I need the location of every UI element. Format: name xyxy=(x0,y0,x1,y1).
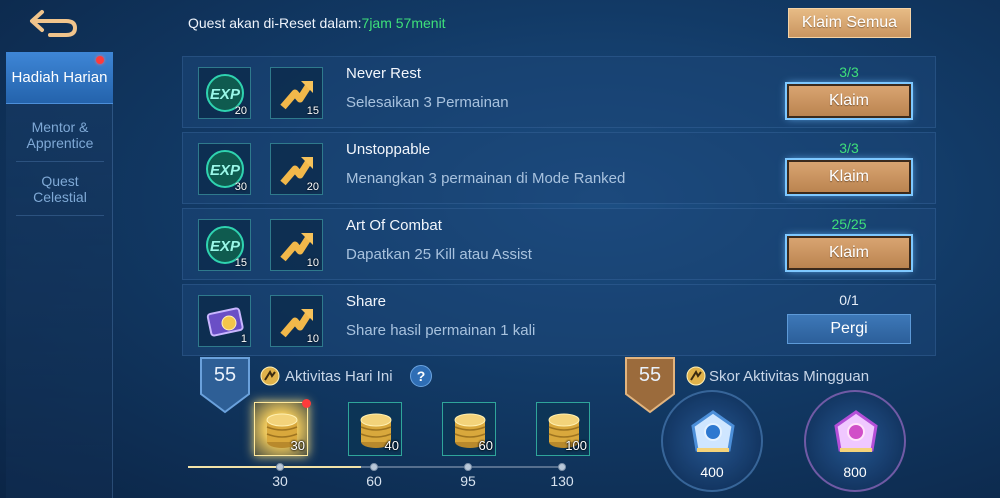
back-button[interactable] xyxy=(26,6,82,40)
svg-text:EXP: EXP xyxy=(210,86,241,103)
quest-progress: 3/3 xyxy=(839,140,859,156)
milestone-marker xyxy=(370,463,378,471)
quest-row: 1 10 Share Share hasil permainan 1 kali 0/1 P… xyxy=(182,284,936,356)
notification-dot xyxy=(302,399,311,408)
quest-title: Share xyxy=(346,293,387,310)
daily-activity-label: Aktivitas Hari Ini xyxy=(285,368,393,385)
daily-score-shield: 55 xyxy=(199,356,251,414)
reward-qty: 30 xyxy=(234,181,247,193)
milestone-label: 130 xyxy=(550,473,574,489)
daily-chest[interactable]: 60 xyxy=(442,402,496,456)
quest-reward: 20 xyxy=(270,143,323,195)
quest-description: Menangkan 3 permainan di Mode Ranked xyxy=(346,170,626,187)
reward-qty: 20 xyxy=(234,105,247,117)
reward-qty: 1 xyxy=(240,333,247,345)
sidebar-item-label: Mentor & Apprentice xyxy=(26,118,94,151)
quest-description: Share hasil permainan 1 kali xyxy=(346,322,536,339)
quest-row: EXP 30 20 Unstoppable Menangkan 3 permainan … xyxy=(182,132,936,204)
daily-score: 55 xyxy=(213,364,237,386)
milestone-marker xyxy=(276,463,284,471)
quest-row: EXP 15 10 Art Of Combat Dapatkan 25 Kill ata… xyxy=(182,208,936,280)
quest-description: Selesaikan 3 Permainan xyxy=(346,94,509,111)
weekly-score-shield: 55 xyxy=(624,356,676,414)
sidebar-item-daily-rewards[interactable]: Hadiah Harian xyxy=(6,52,113,104)
claim-button[interactable]: Klaim xyxy=(787,236,911,270)
claim-all-button[interactable]: Klaim Semua xyxy=(788,8,911,38)
reward-qty: 10 xyxy=(306,333,319,345)
quest-title: Never Rest xyxy=(346,65,422,82)
notification-dot xyxy=(96,56,104,64)
reset-label: Quest akan di-Reset dalam: xyxy=(188,15,362,31)
sidebar-item-label: Hadiah Harian xyxy=(11,68,108,86)
reward-qty: 20 xyxy=(306,181,319,193)
chest-threshold: 100 xyxy=(565,438,587,453)
chest-threshold: 40 xyxy=(384,438,399,453)
quest-reward: 1 xyxy=(198,295,251,347)
quest-reward: 10 xyxy=(270,219,323,271)
quest-title: Art Of Combat xyxy=(346,217,442,234)
quest-progress: 3/3 xyxy=(839,64,859,80)
quest-row: EXP 20 15 Never Rest Selesaikan 3 Permainan 3… xyxy=(182,56,936,128)
chest-threshold: 60 xyxy=(478,438,493,453)
daily-chest[interactable]: 40 xyxy=(348,402,402,456)
claim-button[interactable]: Klaim xyxy=(787,160,911,194)
svg-text:EXP: EXP xyxy=(210,238,241,255)
daily-chest[interactable]: 100 xyxy=(536,402,590,456)
quest-description: Dapatkan 25 Kill atau Assist xyxy=(346,246,532,263)
quest-reward: 10 xyxy=(270,295,323,347)
top-bar: Quest akan di-Reset dalam:7jam 57menit K… xyxy=(0,0,1000,48)
weekly-reward-blue-chest[interactable]: 400 xyxy=(661,390,763,492)
milestone-marker xyxy=(558,463,566,471)
quest-reward: EXP 15 xyxy=(198,219,251,271)
milestone-marker xyxy=(464,463,472,471)
chest-threshold: 30 xyxy=(290,438,305,453)
quest-title: Unstoppable xyxy=(346,141,431,158)
reward-qty: 10 xyxy=(306,257,319,269)
weekly-reward-value: 800 xyxy=(843,464,867,480)
back-arrow-icon xyxy=(30,10,78,37)
milestone-label: 30 xyxy=(272,473,288,489)
sidebar-item-celestial[interactable]: Quest Celestial xyxy=(16,162,104,216)
reward-qty: 15 xyxy=(234,257,247,269)
weekly-reward-purple-chest[interactable]: 800 xyxy=(804,390,906,492)
blue-chest-icon xyxy=(691,410,735,452)
quest-progress: 25/25 xyxy=(831,216,867,232)
quest-reward: EXP 20 xyxy=(198,67,251,119)
purple-chest-icon xyxy=(834,410,878,452)
help-button[interactable]: ? xyxy=(410,365,432,387)
sidebar-item-label: Quest Celestial xyxy=(33,172,87,205)
reward-qty: 15 xyxy=(306,105,319,117)
milestone-label: 60 xyxy=(366,473,382,489)
weekly-score: 55 xyxy=(638,364,662,386)
activity-progress-fill xyxy=(188,466,361,468)
svg-text:EXP: EXP xyxy=(210,162,241,179)
milestone-label: 95 xyxy=(460,473,476,489)
daily-chest[interactable]: 30 xyxy=(254,399,311,456)
weekly-activity-label: Skor Aktivitas Mingguan xyxy=(709,368,870,385)
weekly-activity-icon xyxy=(686,366,706,386)
sidebar: Hadiah Harian Mentor & Apprentice Quest … xyxy=(6,52,113,498)
reset-timer: Quest akan di-Reset dalam:7jam 57menit xyxy=(188,15,446,31)
quest-reward: 15 xyxy=(270,67,323,119)
quest-progress: 0/1 xyxy=(839,292,859,308)
reset-time: 7jam 57menit xyxy=(361,15,446,31)
claim-button[interactable]: Klaim xyxy=(787,84,911,118)
go-button[interactable]: Pergi xyxy=(787,314,911,344)
weekly-reward-value: 400 xyxy=(700,464,724,480)
quest-reward: EXP 30 xyxy=(198,143,251,195)
activity-icon xyxy=(260,366,280,386)
sidebar-item-mentor[interactable]: Mentor & Apprentice xyxy=(16,108,104,162)
